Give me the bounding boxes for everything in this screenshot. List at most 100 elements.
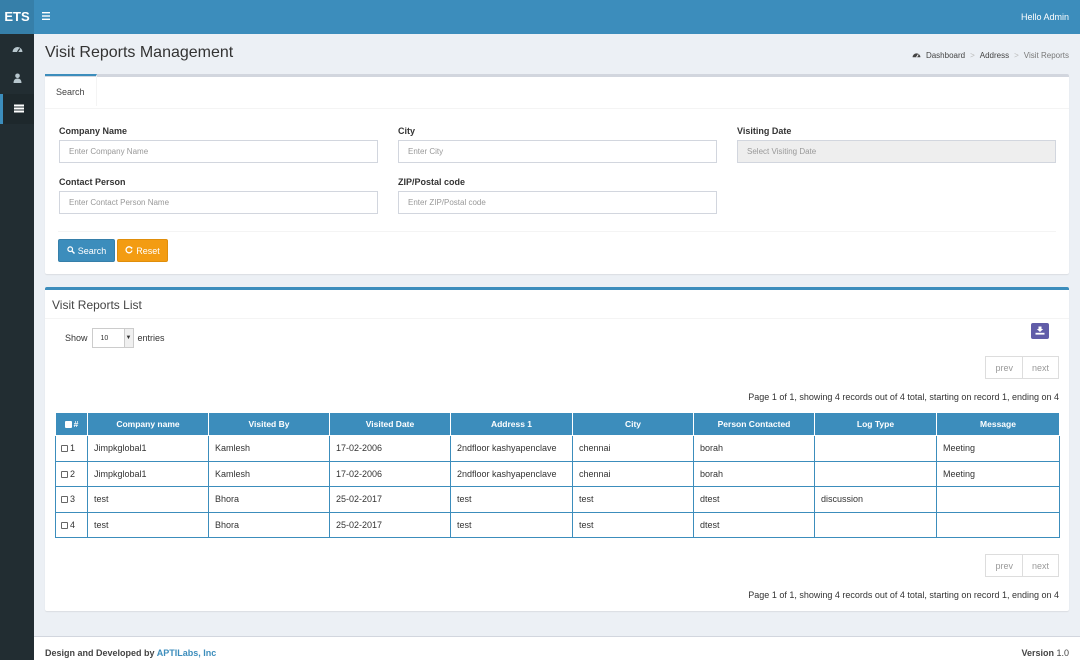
visited-by-cell: Bhora [208, 511, 330, 538]
sidebar-item-visit-reports[interactable] [0, 94, 34, 124]
prev-button[interactable]: prev [985, 554, 1023, 577]
download-icon [1035, 326, 1045, 337]
search-button[interactable]: Search [58, 239, 115, 262]
app-logo[interactable]: ETS [0, 0, 34, 34]
zip-code-label: ZIP/Postal code [398, 177, 466, 187]
export-button[interactable] [1031, 323, 1049, 339]
breadcrumb-current: Visit Reports [1023, 51, 1069, 60]
column-header-company[interactable]: Company name [87, 412, 209, 436]
entries-label: entries [137, 333, 165, 343]
prev-button[interactable]: prev [985, 356, 1023, 379]
reset-button[interactable]: Reset [117, 239, 168, 262]
person-contacted-cell: borah [693, 435, 815, 462]
column-header-visited-by[interactable]: Visited By [208, 412, 330, 436]
message-cell: Meeting [936, 435, 1060, 462]
visiting-date-label: Visiting Date [737, 126, 792, 136]
column-header-address[interactable]: Address 1 [450, 412, 573, 436]
version-number: 1.0 [1056, 648, 1069, 658]
row-checkbox[interactable] [61, 496, 68, 504]
chevron-down-icon: ▼ [123, 329, 133, 347]
company-cell: Jimpkglobal1 [87, 435, 209, 462]
top-navbar: ETS Hello Admin [0, 0, 1080, 34]
log-type-cell [814, 511, 937, 538]
footer-version: Version 1.0 [1021, 648, 1069, 658]
column-header-person-contacted[interactable]: Person Contacted [693, 412, 815, 436]
pagination-top: prev next [985, 356, 1059, 379]
table-header-row: # Company name Visited By Visited Date A… [55, 412, 1060, 436]
table-row[interactable]: 4 test Bhora 25-02-2017 test test dtest [55, 511, 1060, 538]
visited-date-cell: 25-02-2017 [329, 511, 451, 538]
select-all-checkbox[interactable] [64, 421, 72, 428]
list-header-divider [45, 318, 1069, 319]
table-row[interactable]: 1 Jimpkglobal1 Kamlesh 17-02-2006 2ndflo… [55, 435, 1060, 462]
city-label: City [398, 126, 416, 136]
breadcrumb-dashboard-link[interactable]: Dashboard [926, 51, 965, 60]
pagination-info: Page 1 of 1, showing 4 records out of 4 … [748, 590, 1059, 600]
zip-code-input[interactable] [398, 191, 717, 214]
message-cell: Meeting [936, 460, 1060, 487]
address-cell: test [450, 486, 573, 513]
visiting-date-input[interactable] [737, 140, 1056, 163]
visited-date-cell: 25-02-2017 [329, 486, 451, 513]
visited-by-cell: Kamlesh [208, 435, 330, 462]
breadcrumb-separator: > [970, 51, 975, 60]
person-contacted-cell: dtest [693, 511, 815, 538]
visited-by-cell: Kamlesh [208, 460, 330, 487]
search-panel: Search Company Name City Visiting Date C… [45, 74, 1069, 274]
list-icon [13, 104, 24, 115]
next-button[interactable]: next [1022, 356, 1059, 379]
version-label: Version [1021, 648, 1054, 658]
column-header-message[interactable]: Message [936, 412, 1060, 436]
sidebar-item-dashboard[interactable] [0, 34, 34, 64]
visit-reports-table: # Company name Visited By Visited Date A… [55, 412, 1060, 538]
entries-select-value: 10 [100, 334, 109, 342]
row-checkbox[interactable] [61, 445, 68, 453]
hamburger-icon[interactable] [42, 0, 54, 34]
sidebar [0, 34, 34, 660]
user-secret-icon [13, 73, 22, 85]
city-input[interactable] [398, 140, 717, 163]
company-cell: Jimpkglobal1 [87, 460, 209, 487]
contact-person-input[interactable] [59, 191, 378, 214]
address-cell: test [450, 511, 573, 538]
visit-reports-panel: Visit Reports List Show 10 ▼ entries pre… [45, 287, 1069, 611]
column-header-select[interactable]: # [55, 412, 88, 436]
company-cell: test [87, 511, 209, 538]
show-label: Show [65, 333, 88, 343]
column-header-log-type[interactable]: Log Type [814, 412, 937, 436]
table-row[interactable]: 3 test Bhora 25-02-2017 test test dtest … [55, 486, 1060, 513]
search-icon [67, 245, 75, 256]
row-select-cell: 3 [55, 486, 88, 513]
list-title: Visit Reports List [52, 298, 142, 312]
city-cell: test [572, 486, 694, 513]
log-type-cell [814, 435, 937, 462]
company-name-input[interactable] [59, 140, 378, 163]
row-checkbox[interactable] [61, 470, 68, 478]
entries-length-control: Show 10 ▼ entries [65, 328, 165, 348]
footer-designed-by: Design and Developed by [45, 648, 155, 658]
row-select-cell: 4 [55, 511, 88, 538]
footer-credits: Design and Developed by APTILabs, Inc [45, 648, 216, 658]
tab-search[interactable]: Search [45, 74, 97, 106]
company-name-label: Company Name [59, 126, 128, 136]
entries-select[interactable]: 10 ▼ [91, 328, 134, 348]
next-button[interactable]: next [1022, 554, 1059, 577]
breadcrumb-separator: > [1014, 51, 1019, 60]
visited-by-cell: Bhora [208, 486, 330, 513]
column-header-city[interactable]: City [572, 412, 694, 436]
row-checkbox[interactable] [61, 521, 68, 529]
sidebar-item-users[interactable] [0, 64, 34, 94]
column-header-visited-date[interactable]: Visited Date [329, 412, 451, 436]
pagination-bottom: prev next [985, 554, 1059, 577]
dashboard-icon [912, 51, 921, 60]
search-button-label: Search [77, 245, 107, 256]
breadcrumb-address-link[interactable]: Address [980, 51, 1009, 60]
user-greeting[interactable]: Hello Admin [1021, 0, 1069, 34]
company-cell: test [87, 486, 209, 513]
table-row[interactable]: 2 Jimpkglobal1 Kamlesh 17-02-2006 2ndflo… [55, 460, 1060, 487]
person-contacted-cell: dtest [693, 486, 815, 513]
footer-company-link[interactable]: APTILabs, Inc [157, 648, 217, 658]
message-cell [936, 511, 1060, 538]
person-contacted-cell: borah [693, 460, 815, 487]
address-cell: 2ndfloor kashyapenclave [450, 460, 573, 487]
